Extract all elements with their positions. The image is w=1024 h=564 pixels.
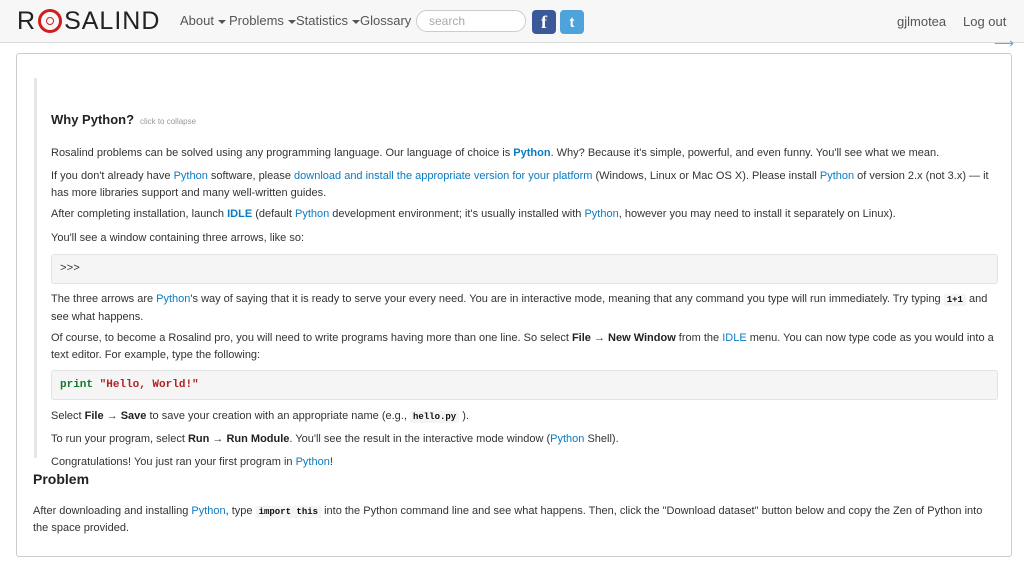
download-python-link[interactable]: download and install the appropriate ver… [294, 170, 592, 182]
twitter-glyph: t [569, 14, 575, 30]
facebook-icon[interactable]: f [532, 10, 556, 34]
python-link[interactable]: Python [296, 456, 330, 468]
aside-paragraph-2: If you don't already have Python softwar… [51, 170, 989, 199]
aside-paragraph-9: Congratulations! You just ran your first… [51, 456, 333, 468]
rosalind-logo[interactable]: R SALIND [17, 7, 160, 35]
nav-statistics[interactable]: Statistics [296, 13, 361, 28]
python-link[interactable]: Python [584, 208, 618, 220]
python-link[interactable]: Python [295, 208, 329, 220]
code-string: "Hello, World!" [99, 379, 199, 391]
aside-paragraph-8: To run your program, select Run → Run Mo… [51, 433, 619, 445]
nav-problems-label: Problems [229, 13, 284, 28]
problem-statement: After downloading and installing Python,… [33, 505, 983, 534]
twitter-icon[interactable]: t [560, 10, 584, 34]
collapse-link[interactable]: click to collapse [140, 117, 196, 126]
why-python-aside: Why Python? click to collapse Rosalind pr… [34, 78, 1001, 468]
nav-glossary[interactable]: Glossary [360, 13, 411, 28]
nav-about[interactable]: About [180, 13, 226, 28]
aside-paragraph-3: After completing installation, launch ID… [51, 208, 896, 220]
idle-link[interactable]: IDLE [227, 208, 252, 220]
logo-ring-icon [38, 9, 63, 33]
prompt-code: >>> [60, 263, 80, 275]
aside-title: Why Python? [51, 112, 135, 127]
caret-down-icon [287, 19, 296, 24]
nav-problems[interactable]: Problems [229, 13, 296, 28]
logo-text-left: R [17, 6, 37, 35]
nav-statistics-label: Statistics [296, 13, 349, 28]
aside-header[interactable]: Why Python? click to collapse [51, 112, 196, 127]
logo-text-right: SALIND [64, 6, 161, 35]
python-link[interactable]: Python [191, 505, 225, 517]
problem-panel: Why Python? click to collapse Rosalind pr… [16, 53, 1012, 557]
hello-code-block: print "Hello, World!" [51, 370, 998, 400]
python-link[interactable]: Python [513, 147, 550, 159]
user-profile-link[interactable]: gjlmotea [897, 14, 946, 29]
idle-link[interactable]: IDLE [722, 332, 746, 344]
logout-link[interactable]: Log out [963, 14, 1006, 29]
top-navbar: R SALIND About Problems Statistics Gloss… [0, 0, 1024, 43]
facebook-glyph: f [541, 11, 547, 32]
aside-paragraph-4: You'll see a window containing three arr… [51, 232, 304, 244]
search-input[interactable] [416, 10, 526, 32]
inline-code: import this [255, 506, 322, 518]
python-link[interactable]: Python [550, 433, 584, 445]
nav-about-label: About [180, 13, 214, 28]
aside-paragraph-1: Rosalind problems can be solved using an… [51, 147, 940, 159]
caret-down-icon [352, 19, 361, 24]
next-arrow-icon[interactable]: ⟶ [994, 36, 1014, 50]
prompt-code-block: >>> [51, 254, 998, 284]
caret-down-icon [217, 19, 226, 24]
python-link[interactable]: Python [820, 170, 854, 182]
python-link[interactable]: Python [174, 170, 208, 182]
aside-paragraph-6: Of course, to become a Rosalind pro, you… [51, 332, 994, 361]
nav-glossary-label: Glossary [360, 13, 412, 28]
aside-paragraph-7: Select File → Save to save your creation… [51, 410, 469, 423]
code-keyword: print [60, 379, 94, 391]
aside-paragraph-5: The three arrows are Python's way of say… [51, 293, 988, 323]
inline-code: 1+1 [943, 294, 966, 306]
inline-code: hello.py [409, 411, 460, 423]
problem-title: Problem [33, 471, 90, 487]
python-link[interactable]: Python [156, 293, 190, 305]
